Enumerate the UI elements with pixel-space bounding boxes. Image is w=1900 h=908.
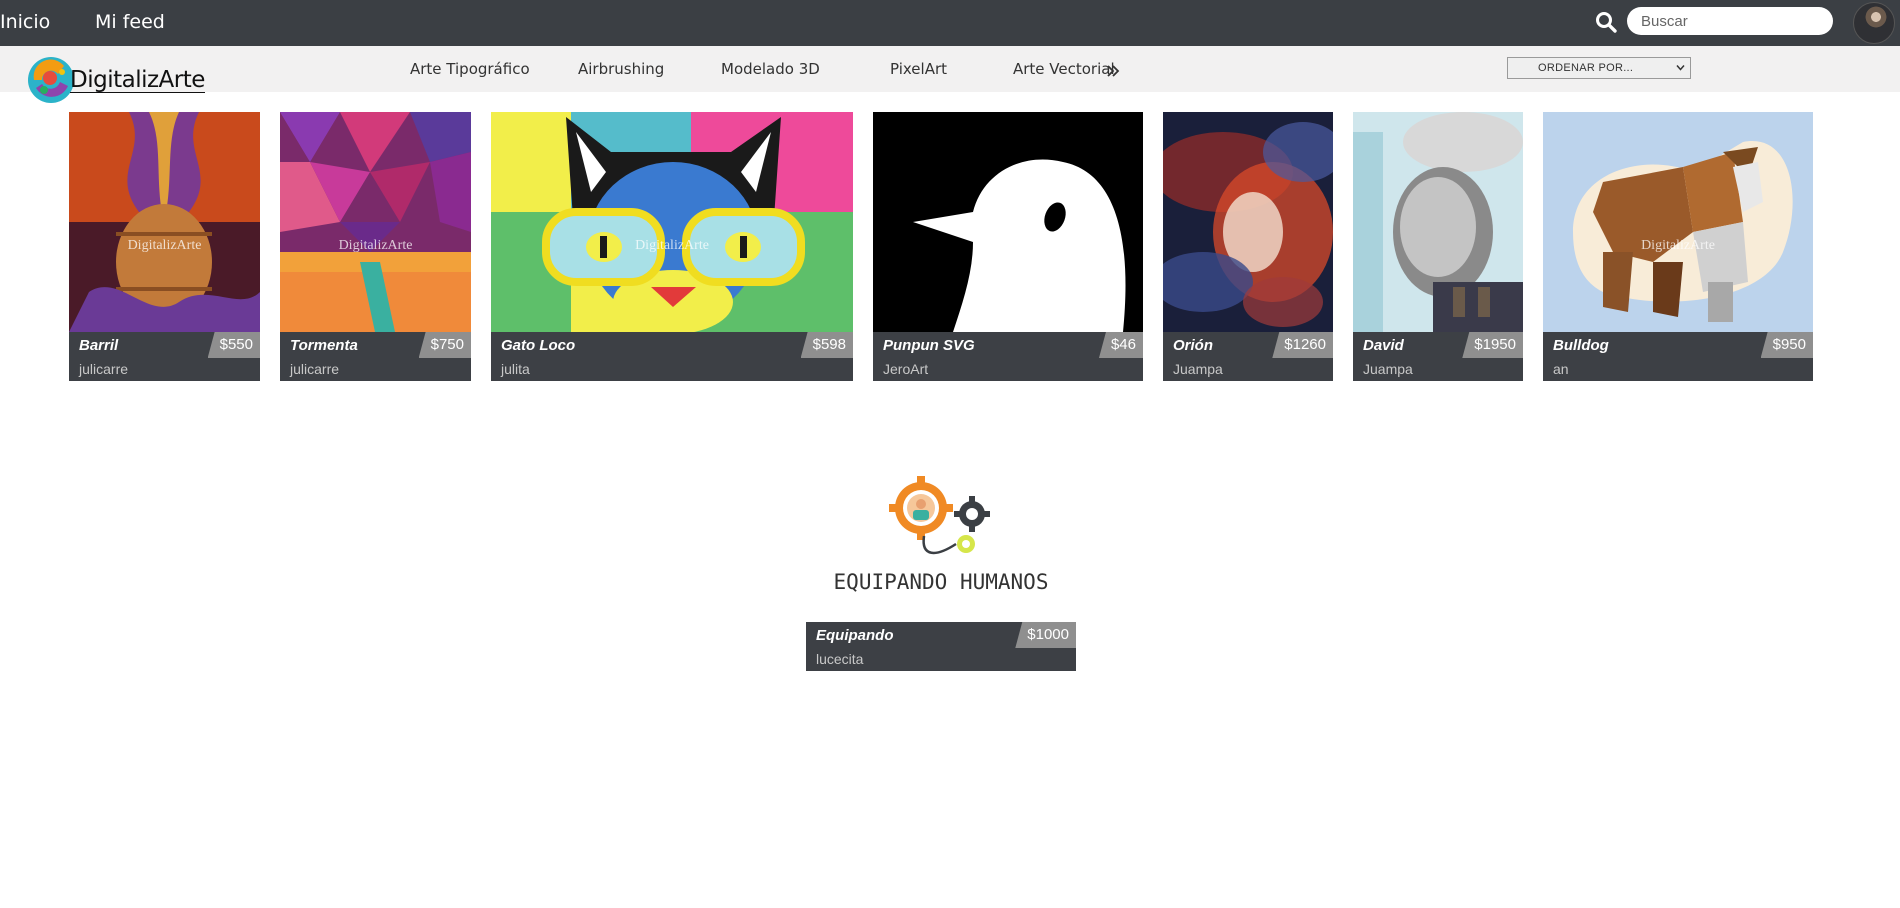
artwork-card[interactable]: EQUIPANDO HUMANOS Equipando lucecita $10… (806, 462, 1076, 671)
watermark-text: DigitalizArte (1641, 238, 1715, 253)
artwork-image (873, 112, 1143, 332)
category-arte-vectorial[interactable]: Arte Vectorial (1013, 60, 1115, 78)
category-arte-tipografico[interactable]: Arte Tipográfico (410, 60, 530, 78)
artwork-image (491, 112, 853, 332)
category-modelado-3d[interactable]: Modelado 3D (721, 60, 820, 78)
nav-link-mi-feed[interactable]: Mi feed (95, 11, 165, 33)
price-tag: $550 (207, 332, 260, 358)
top-nav-bar: Inicio Mi feed (0, 0, 1900, 46)
artwork-title: Gato Loco (501, 337, 576, 354)
artwork-info: Punpun SVG JeroArt $46 (873, 332, 1143, 381)
watermark-text: DigitalizArte (635, 238, 709, 253)
category-pixelart[interactable]: PixelArt (890, 60, 947, 78)
artwork-info: David Juampa $1950 (1353, 332, 1523, 381)
artwork-info: Equipando lucecita $1000 (806, 622, 1076, 671)
logo-text: EQUIPANDO HUMANOS (833, 570, 1049, 594)
artwork-card[interactable]: David Juampa $1950 (1353, 112, 1523, 381)
search-icon[interactable] (1594, 10, 1618, 34)
nav-link-inicio[interactable]: Inicio (0, 11, 50, 33)
artwork-title: Orión (1173, 337, 1213, 354)
artwork-image (69, 112, 260, 332)
artwork-info: Orión Juampa $1260 (1163, 332, 1333, 381)
artwork-title: Barril (79, 337, 119, 354)
artwork-author[interactable]: julicarre (79, 361, 128, 377)
artwork-card[interactable]: Punpun SVG JeroArt $46 (873, 112, 1143, 381)
artwork-author[interactable]: julicarre (290, 361, 339, 377)
artwork-author[interactable]: an (1553, 361, 1569, 377)
artwork-card[interactable]: DigitalizArte Tormenta julicarre $750 (280, 112, 471, 381)
artwork-author[interactable]: julita (501, 361, 530, 377)
artwork-title: Punpun SVG (883, 337, 975, 354)
artwork-card[interactable]: DigitalizArte Bulldog an $950 (1543, 112, 1813, 381)
search-input[interactable] (1627, 7, 1833, 35)
artwork-card[interactable]: DigitalizArte Gato Loco julita $598 (491, 112, 853, 381)
artwork-title: Bulldog (1553, 337, 1609, 354)
category-airbrushing[interactable]: Airbrushing (578, 60, 664, 78)
chevron-down-icon (1676, 65, 1685, 71)
artwork-info: Gato Loco julita $598 (491, 332, 853, 381)
price-tag: $750 (418, 332, 471, 358)
artwork-info: Tormenta julicarre $750 (280, 332, 471, 381)
artwork-title: Tormenta (290, 337, 358, 354)
artwork-card[interactable]: DigitalizArte Barril julicarre $550 (69, 112, 260, 381)
artwork-author[interactable]: lucecita (816, 651, 863, 667)
artwork-image (806, 462, 1076, 622)
price-tag: $46 (1098, 332, 1143, 358)
artwork-info: Bulldog an $950 (1543, 332, 1813, 381)
sort-dropdown[interactable]: ORDENAR POR... (1507, 57, 1691, 79)
watermark-text: DigitalizArte (127, 238, 202, 253)
artwork-title: David (1363, 337, 1404, 354)
artwork-author[interactable]: Juampa (1173, 361, 1223, 377)
price-tag: $1950 (1462, 332, 1523, 358)
price-tag: $598 (800, 332, 853, 358)
artwork-image (1163, 112, 1333, 332)
price-tag: $950 (1760, 332, 1813, 358)
price-tag: $1000 (1015, 622, 1076, 648)
artwork-image (1353, 112, 1523, 332)
artwork-image (1543, 112, 1813, 332)
user-avatar[interactable] (1853, 2, 1895, 44)
sort-dropdown-label: ORDENAR POR... (1538, 62, 1634, 74)
artwork-title: Equipando (816, 627, 894, 644)
artwork-author[interactable]: JeroArt (883, 361, 928, 377)
watermark-text: DigitalizArte (338, 238, 413, 253)
artwork-image (280, 112, 471, 332)
artwork-info: Barril julicarre $550 (69, 332, 260, 381)
brand-name[interactable]: DigitalizArte (70, 68, 205, 93)
price-tag: $1260 (1272, 332, 1333, 358)
artwork-card[interactable]: Orión Juampa $1260 (1163, 112, 1333, 381)
double-chevron-right-icon[interactable] (1106, 64, 1120, 78)
artwork-author[interactable]: Juampa (1363, 361, 1413, 377)
